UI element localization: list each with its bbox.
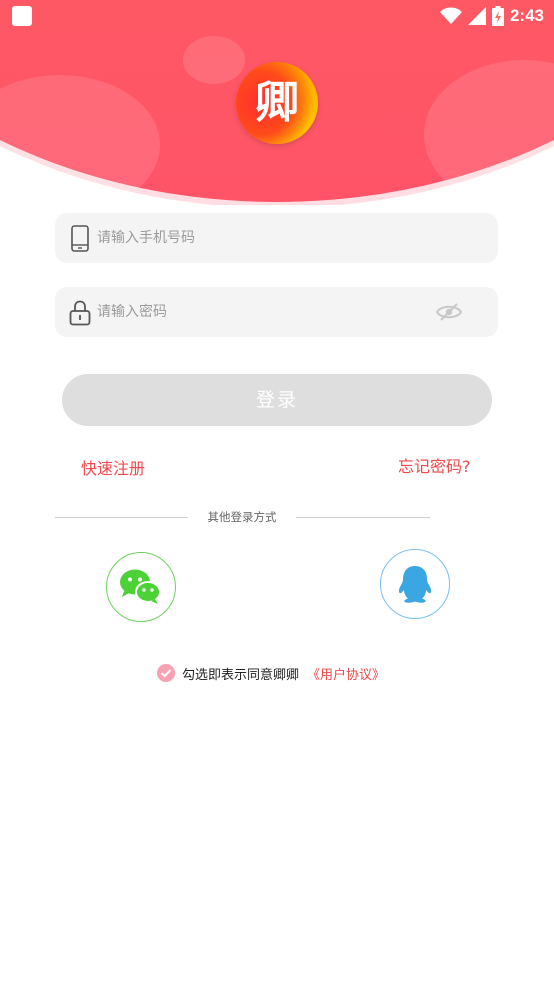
- divider-line-right: [296, 517, 430, 518]
- notification-icon: [12, 6, 32, 26]
- agreement-text: 勾选即表示同意卿卿: [182, 667, 300, 683]
- agreement-checkbox[interactable]: [157, 664, 175, 682]
- phone-input[interactable]: [97, 213, 427, 263]
- checkmark-icon: [160, 669, 172, 678]
- status-time: 2:43: [509, 6, 544, 25]
- wifi-icon: [439, 7, 462, 24]
- divider-line-left: [55, 517, 188, 518]
- logo-mark: 卿: [255, 77, 299, 128]
- mobile-phone-icon: [71, 225, 89, 252]
- other-login-label: 其他登录方式: [207, 510, 277, 524]
- agreement-row: 勾选即表示同意卿卿 《用户协议》: [157, 663, 385, 683]
- phone-field[interactable]: [55, 213, 498, 263]
- qq-icon: [398, 566, 432, 603]
- wechat-icon: [120, 569, 161, 604]
- hide-password-icon[interactable]: [436, 301, 462, 323]
- login-button[interactable]: 登录: [62, 374, 492, 426]
- battery-charging-icon: [491, 6, 504, 26]
- app-logo: 卿: [236, 62, 318, 144]
- wechat-login-button[interactable]: [106, 552, 176, 622]
- quick-register-link[interactable]: 快速注册: [81, 455, 145, 479]
- signal-icon: [467, 7, 486, 25]
- header-banner: 2:43 卿: [0, 0, 554, 205]
- user-agreement-link[interactable]: 《用户协议》: [307, 664, 385, 683]
- password-input[interactable]: [97, 287, 427, 337]
- password-field[interactable]: [55, 287, 498, 337]
- forgot-password-link[interactable]: 忘记密码?: [398, 453, 471, 477]
- status-bar: 2:43: [0, 0, 554, 32]
- qq-login-button[interactable]: [380, 549, 450, 619]
- lock-icon: [69, 300, 91, 326]
